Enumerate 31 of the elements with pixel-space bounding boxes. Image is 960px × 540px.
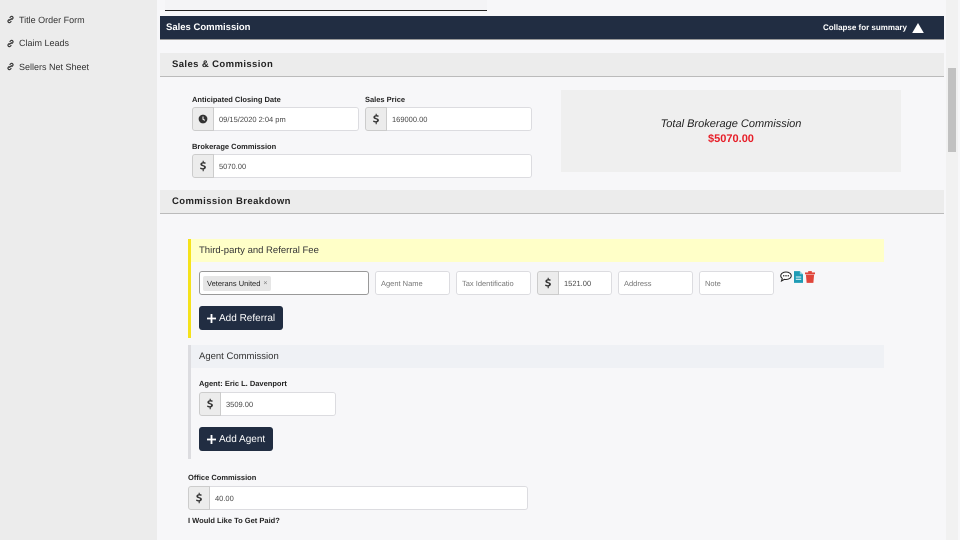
document-icon <box>794 271 803 283</box>
link-icon <box>6 62 15 72</box>
dollar-icon <box>198 160 208 172</box>
dollar-icon <box>194 492 204 504</box>
panel-title: Sales Commission <box>166 22 250 33</box>
add-referral-button[interactable]: Add Referral <box>199 306 284 330</box>
comment-button[interactable] <box>780 271 792 283</box>
clock-icon <box>198 113 208 125</box>
summary-amount: $5070.00 <box>708 132 754 144</box>
link-icon <box>6 38 15 48</box>
plus-icon <box>207 314 216 322</box>
scrollbar[interactable] <box>946 0 958 540</box>
speech-bubble-icon <box>780 271 792 282</box>
delete-button[interactable] <box>805 271 815 283</box>
sidebar-link[interactable]: Claim Leads <box>0 32 70 55</box>
plus-icon <box>207 434 216 444</box>
referral-header: Third-party and Referral Fee <box>191 239 884 262</box>
triangle-up-icon <box>912 22 924 32</box>
sidebar-link[interactable]: Title Order Form <box>0 8 85 32</box>
link-icon <box>6 15 15 24</box>
section-header: Sales & Commission <box>160 53 944 77</box>
section-header: Commission Breakdown <box>160 190 944 214</box>
dollar-icon <box>371 113 381 125</box>
collapse-button[interactable]: Collapse for summary <box>822 22 924 32</box>
dollar-icon <box>205 398 215 410</box>
summary-title: Total Brokerage Commission <box>660 118 802 130</box>
sidebar-link[interactable]: Sellers Net Sheet <box>0 55 90 78</box>
add-agent-button[interactable]: Add Agent <box>199 427 274 451</box>
trash-icon <box>805 271 815 283</box>
dollar-icon <box>543 277 553 289</box>
agent-header: Agent Commission <box>191 345 884 368</box>
